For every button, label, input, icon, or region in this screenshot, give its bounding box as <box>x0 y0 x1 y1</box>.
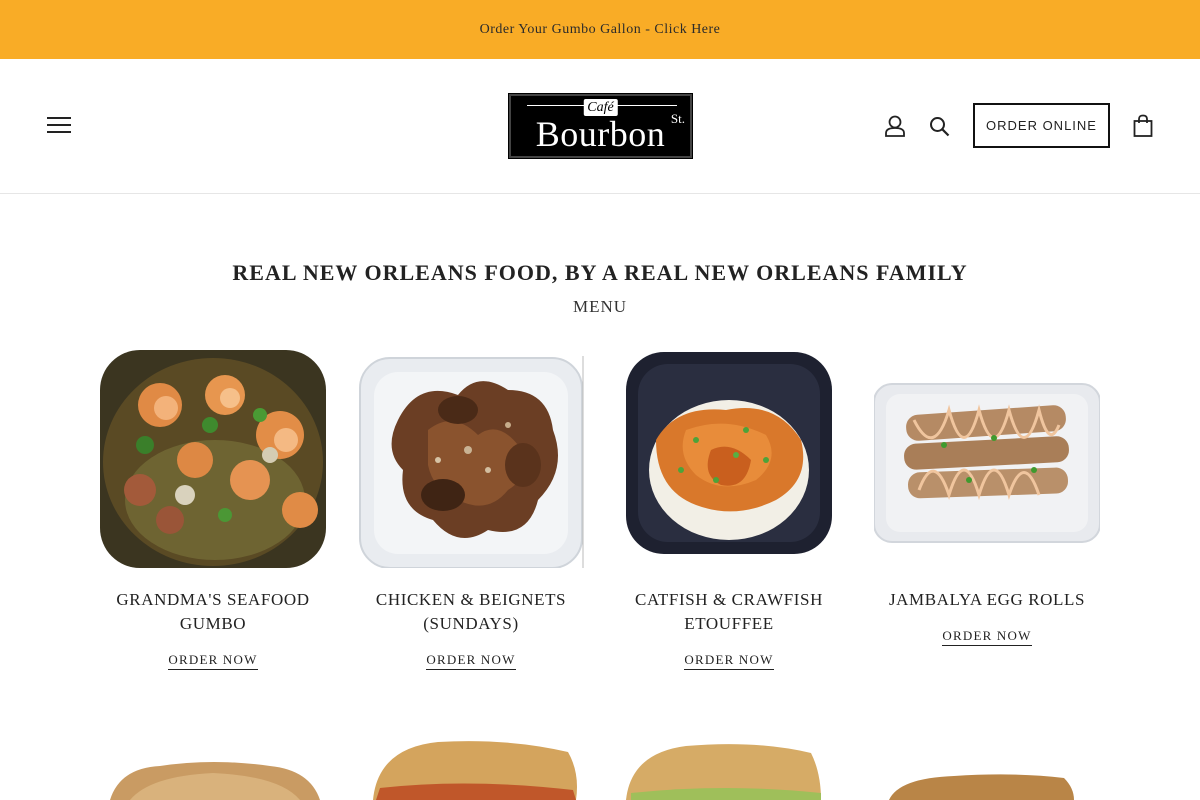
cafe-bourbon-st-logo[interactable]: Café Bourbon St. <box>508 93 693 159</box>
logo-st-text: St. <box>670 111 685 126</box>
sandwich-photo[interactable] <box>100 738 326 800</box>
user-icon[interactable] <box>884 114 906 138</box>
logo-bourbon-text: Bourbon <box>535 114 666 154</box>
menu-item-name: CATFISH & CRAWFISH ETOUFFEE <box>635 590 823 633</box>
order-now-link[interactable]: ORDER NOW <box>426 652 516 670</box>
order-now-link[interactable]: ORDER NOW <box>684 652 774 670</box>
menu-item-card: CATFISH & CRAWFISH ETOUFFEE ORDER NOW <box>616 350 842 670</box>
order-now-link[interactable]: ORDER NOW <box>942 628 1032 646</box>
menu-item-card: GRANDMA'S SEAFOOD GUMBO ORDER NOW <box>100 350 326 670</box>
catfish-etouffee-photo[interactable] <box>616 350 842 568</box>
gumbo-photo[interactable] <box>100 350 326 568</box>
po-boy-photo[interactable] <box>616 738 842 800</box>
menu-item-card: JAMBALYA EGG ROLLS ORDER NOW <box>874 350 1100 646</box>
announcement-link[interactable]: Order Your Gumbo Gallon - Click Here <box>480 22 721 38</box>
menu-item-name: CHICKEN & BEIGNETS (SUNDAYS) <box>375 590 567 633</box>
logo-cafe-text: Café <box>583 99 618 116</box>
page-heading: REAL NEW ORLEANS FOOD, BY A REAL NEW ORL… <box>232 260 968 285</box>
menu-item-name: JAMBALYA EGG ROLLS <box>888 590 1086 609</box>
menu-item-name: GRANDMA'S SEAFOOD GUMBO <box>116 590 310 633</box>
search-icon[interactable] <box>929 116 950 137</box>
jambalaya-egg-rolls-photo[interactable] <box>874 350 1100 568</box>
announcement-bar: Order Your Gumbo Gallon - Click Here <box>0 0 1200 59</box>
menu-subheading: MENU <box>572 297 628 316</box>
site-header: Café Bourbon St. ORDER ONLINE <box>0 59 1200 194</box>
menu-item-card: CHICKEN & BEIGNETS (SUNDAYS) ORDER NOW <box>358 350 584 670</box>
po-boy-photo[interactable] <box>358 738 584 800</box>
order-online-button[interactable]: ORDER ONLINE <box>973 103 1110 148</box>
cart-icon[interactable] <box>1132 114 1154 138</box>
order-now-link[interactable]: ORDER NOW <box>168 652 258 670</box>
sandwich-photo[interactable] <box>874 738 1100 800</box>
chicken-beignets-photo[interactable] <box>358 350 584 568</box>
menu-icon[interactable] <box>47 117 71 135</box>
